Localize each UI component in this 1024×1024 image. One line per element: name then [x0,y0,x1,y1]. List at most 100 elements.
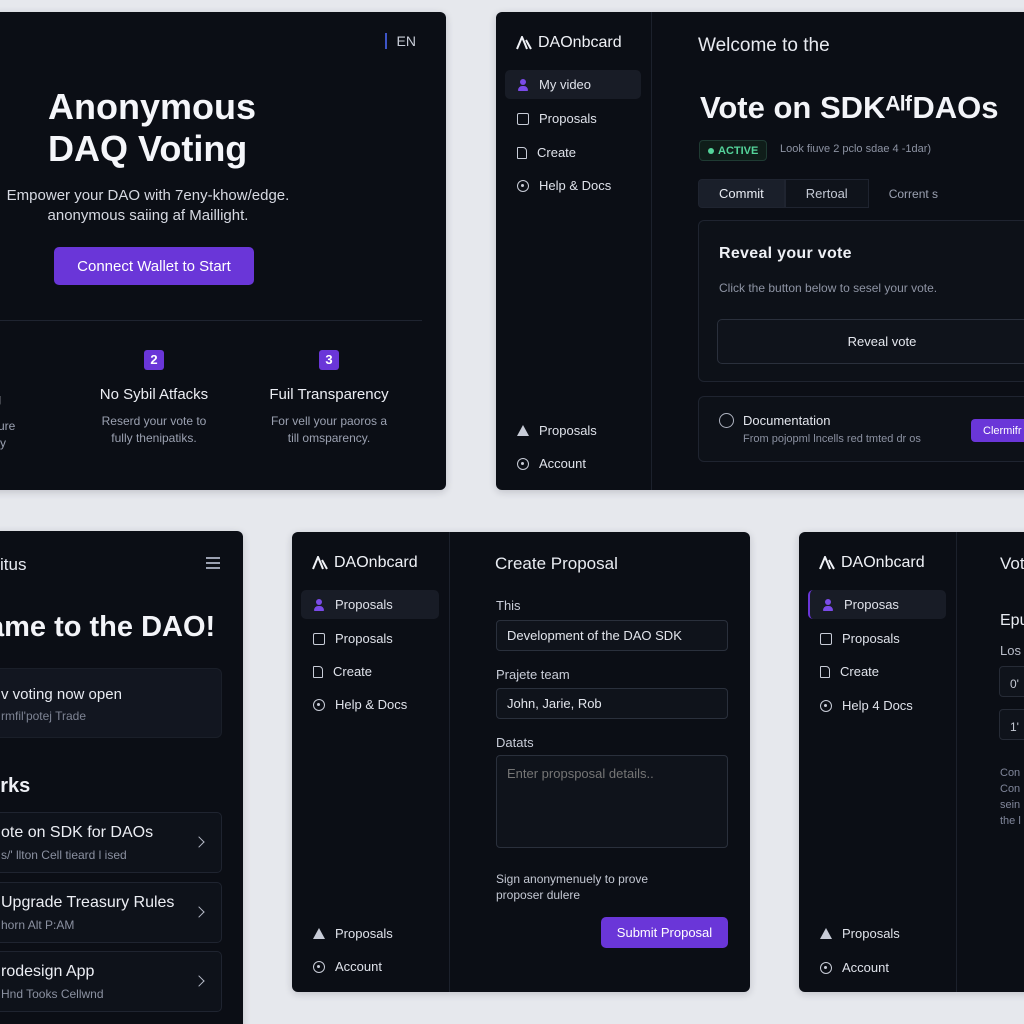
sidebar-item-label: Proposals [539,423,597,438]
sidebar-item-proposals-active[interactable]: Proposals [301,590,439,619]
sidebar-item-proposals-bottom[interactable]: Proposals [301,919,439,948]
sidebar-item-help[interactable]: Help & Docs [505,171,641,200]
sidebar-item-label: Proposals [335,926,393,941]
tab-commit[interactable]: Commit [698,179,785,208]
sidebar-item-proposals-bottom[interactable]: Proposals [808,919,946,948]
sidebar-item-label: Create [537,145,577,160]
document-icon [517,146,527,159]
status-badge: ACTIVE [699,140,768,161]
connect-wallet-button[interactable]: Connect Wallet to Start [54,247,254,285]
notice-title: v voting now open [1,686,122,703]
reveal-card-title: Reveal your vote [719,245,852,262]
hero-subtitle-line2: anonymous saiing af Maillight. [47,207,249,224]
sign-note-line1: Sign anonymenuely to prove [496,872,649,886]
sidebar-item-label: Proposals [539,111,597,126]
phase-tabs: Commit Rertoal Corrent s [698,179,958,208]
option-box[interactable]: 1' [999,709,1024,740]
feature-desc-line1: For vell your paoros a [270,414,388,428]
feature-desc-line2: till omsparency. [287,431,371,445]
brand[interactable]: DAOnbcard [312,554,418,572]
proposal-meta: Look fiuve 2 pclo sdae 4 -1dar) [780,143,932,155]
title-field[interactable]: Development of the DAO SDK [496,620,728,651]
sidebar-item-create[interactable]: Create [301,657,439,686]
hero-title-line2: DAQ Voting [48,128,248,169]
brand-name: DAOnbcard [841,554,925,571]
option-box[interactable]: 0' [999,666,1024,697]
documentation-desc: From pojopml lncells red tmted dr os [743,433,921,445]
sidebar-item-label: My video [539,77,592,92]
welcome-heading: Welcome to the [698,35,830,56]
sidebar-item-help[interactable]: Help 4 Docs [808,691,946,720]
proposal-item-title: Upgrade Treasury Rules [1,894,175,911]
proposal-list-item[interactable]: rodesign App Hnd Tooks Cellwnd [0,951,222,1012]
feature-desc: Reserd your vote to fully thenipatiks. [69,413,239,447]
confirm-button[interactable]: Clermifr [971,419,1024,442]
proposal-list-item[interactable]: ote on SDK for DAOs s/' llton Cell tiear… [0,812,222,873]
landing-panel: EN Anonymous DAQ Voting Empower your DAO… [0,12,446,490]
sidebar-item-create[interactable]: Create [505,138,641,167]
box-icon [517,112,529,125]
sidebar-item-label: Create [333,664,373,679]
status-badge-label: ACTIVE [718,144,759,157]
team-field[interactable]: John, Jarie, Rob [496,688,728,719]
sidebar-item-label: Proposals [335,597,393,612]
info-circle-icon [719,413,734,428]
info-line: the l [1000,815,1021,827]
sidebar-item-my-video[interactable]: My video [505,70,641,99]
dao-home-panel: itus ame to the DAO! v voting now open r… [0,531,243,1024]
page-title: Vot [1000,554,1024,573]
brand-name: DAOnbcard [538,34,622,51]
vote-panel: DAOnbcard My video Proposals Create Help… [496,12,1024,490]
reveal-vote-button[interactable]: Reveal vote [717,319,1024,364]
sidebar-item-create[interactable]: Create [808,657,946,686]
info-line: Con [1000,783,1021,795]
field-label: Los [1000,643,1021,658]
logo-icon [819,556,835,570]
user-icon [313,598,325,611]
language-selector[interactable]: EN [384,33,416,49]
sidebar-item-label: Proposals [842,631,900,646]
tab-current[interactable]: Corrent s [869,179,958,208]
sidebar: DAOnbcard My video Proposals Create Help… [496,12,652,490]
user-icon [822,598,834,611]
help-circle-icon [313,698,325,711]
proposal-item-desc: Hnd Tooks Cellwnd [1,987,104,1001]
sidebar-item-account[interactable]: Account [301,952,439,981]
sidebar-item-label: Help & Docs [335,697,408,712]
sidebar-item-proposals[interactable]: Proposals [301,624,439,653]
sidebar-item-proposals[interactable]: Proposals [505,104,641,133]
brand[interactable]: DAOnbcard [819,554,925,572]
create-proposal-panel: DAOnbcard Proposals Proposals Create Hel… [292,532,750,992]
proposals-icon [313,928,325,939]
sidebar-item-label: Account [842,960,889,975]
details-label: Datats [496,735,534,750]
sidebar-item-account[interactable]: Account [808,953,946,982]
team-label: Prajete team [496,667,570,682]
voting-notice[interactable]: v voting now open rmfil'potej Trade [0,668,222,738]
sidebar-item-help[interactable]: Help & Docs [301,690,439,719]
account-icon [517,457,529,470]
reveal-card-desc: Click the button below to sesel your vot… [719,281,938,295]
sidebar: DAOnbcard Proposals Proposals Create Hel… [292,532,450,992]
feature-desc-line2: fully thenipatiks. [111,431,197,445]
submit-proposal-button[interactable]: Submit Proposal [601,917,728,948]
status-dot-icon [708,147,714,154]
sidebar-item-proposals-bottom[interactable]: Proposals [505,416,641,445]
info-paragraph: Con Con sein the l [1000,765,1024,829]
feature-title: Fuil Transparency [269,386,389,403]
tab-reveal[interactable]: Rertoal [784,179,869,208]
feature-desc: For vell your paoros a till omsparency. [244,413,414,447]
vote-panel-secondary: DAOnbcard Proposas Proposals Create Help… [799,532,1024,992]
proposal-item-desc: s/' llton Cell tieard l ised [1,848,127,862]
divider [0,320,422,321]
sidebar-item-label: Proposals [335,631,393,646]
details-textarea[interactable] [496,755,728,848]
proposal-list-item[interactable]: Upgrade Treasury Rules horn Alt P:AM [0,882,222,943]
sidebar-item-account[interactable]: Account [505,449,641,478]
brand[interactable]: DAOnbcard [516,34,622,52]
feature-desc-line1: Reserd your vote to [101,414,207,428]
account-icon [313,960,325,973]
sidebar-item-proposals-active[interactable]: Proposas [808,590,946,619]
hamburger-menu-icon[interactable] [206,557,220,569]
sidebar-item-proposals[interactable]: Proposals [808,624,946,653]
